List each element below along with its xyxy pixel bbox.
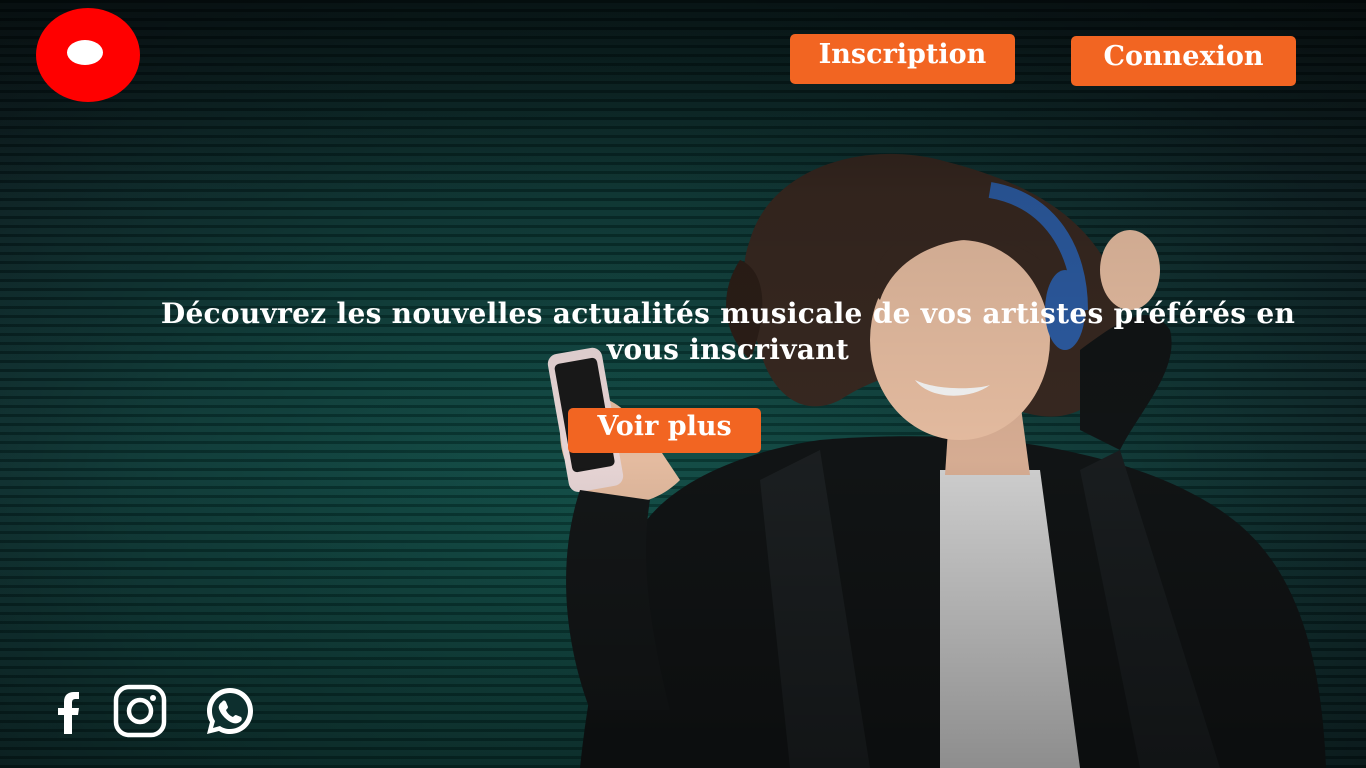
login-button[interactable]: Connexion [1071,36,1296,86]
signup-button[interactable]: Inscription [790,34,1015,84]
site-logo[interactable] [36,8,140,102]
background-overlay [0,0,1366,768]
see-more-button[interactable]: Voir plus [568,408,761,453]
hero-headline: Découvrez les nouvelles actualités music… [160,297,1296,366]
facebook-icon[interactable] [44,684,98,738]
instagram-icon[interactable] [113,684,167,738]
hero-background [0,0,1366,768]
logo-dot [67,40,103,65]
whatsapp-icon[interactable] [203,684,257,738]
